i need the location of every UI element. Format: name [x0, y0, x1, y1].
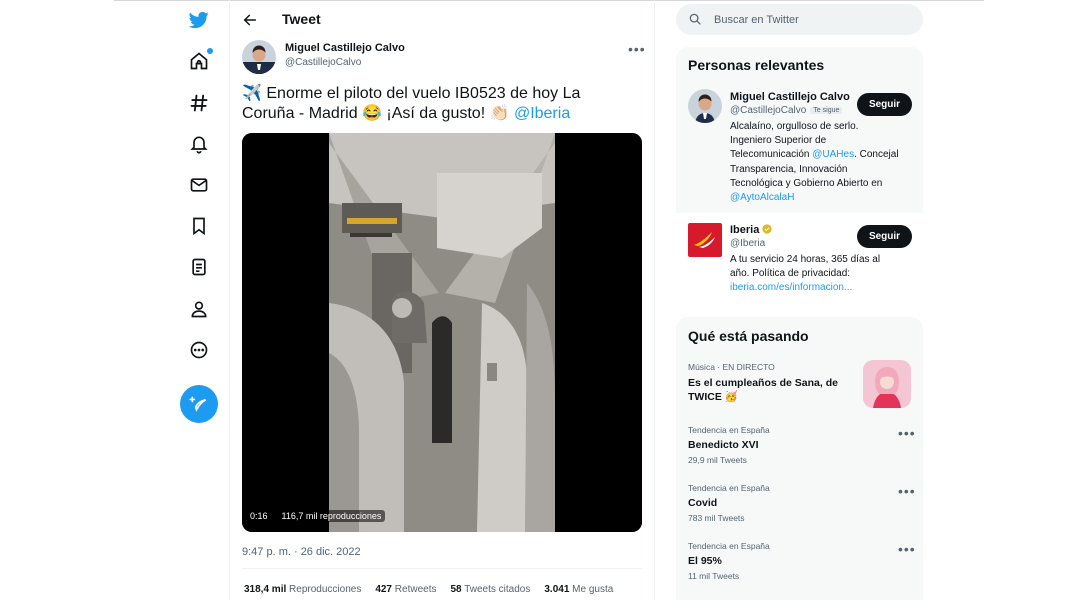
tweet-body-2: ¡Así da gusto!: [381, 105, 490, 122]
column-divider: [654, 0, 655, 600]
panel-title: Qué está pasando: [688, 328, 809, 344]
more-options-icon[interactable]: •••: [898, 484, 916, 498]
more-options-icon[interactable]: •••: [898, 542, 916, 556]
follow-button[interactable]: Seguir: [857, 225, 912, 248]
tweet-detail: Tweet Miguel Castillejo Calvo @Castillej…: [230, 0, 654, 600]
notification-dot: [207, 48, 213, 54]
bookmark-icon[interactable]: [179, 206, 219, 246]
clap-emoji: 👏🏻: [489, 105, 510, 122]
search-input[interactable]: [714, 4, 914, 35]
trends-panel: Qué está pasando Música · EN DIRECTO Es …: [676, 317, 923, 600]
person-avatar[interactable]: [688, 89, 722, 123]
airplane-emoji: ✈️: [242, 85, 262, 102]
more-options-icon[interactable]: •••: [628, 42, 646, 56]
list-icon[interactable]: [179, 247, 219, 287]
search-box: [676, 4, 923, 35]
stat-views[interactable]: 318,4 mil Reproducciones: [244, 584, 361, 595]
tweet-stats: 318,4 mil Reproducciones 427 Retweets 58…: [244, 584, 613, 595]
video-time: 0:16: [250, 511, 268, 521]
tweet-text: ✈️ Enorme el piloto del vuelo IB0523 de …: [242, 84, 632, 124]
uahes-link[interactable]: @UAHes: [812, 149, 854, 160]
video-player[interactable]: 0:16 116,7 mil reproducciones: [242, 133, 642, 532]
video-meta: 0:16 116,7 mil reproducciones: [250, 508, 386, 524]
tweet-timestamp[interactable]: 9:47 p. m. · 26 dic. 2022: [242, 546, 361, 558]
video-frame: [242, 133, 642, 532]
iberia-mention-link[interactable]: @Iberia: [510, 105, 570, 122]
feather-plus-icon: [189, 396, 207, 413]
search-icon: [689, 13, 701, 25]
person-handle[interactable]: @Iberia: [730, 238, 765, 249]
page-title: Tweet: [282, 11, 321, 27]
arrow-left-icon: [243, 14, 257, 26]
panel-title: Personas relevantes: [688, 57, 825, 73]
trend-thumbnail[interactable]: [863, 360, 911, 408]
stat-quote-tweets[interactable]: 58 Tweets citados: [450, 584, 530, 595]
mail-icon[interactable]: [179, 165, 219, 205]
trend-count: 11 mil Tweets: [688, 571, 740, 581]
follows-you-badge: Te sigue: [810, 106, 843, 114]
person-handle[interactable]: @CastillejoCalvo Te sigue: [730, 105, 843, 116]
trend-category: Tendencia en España: [688, 425, 770, 435]
follow-button[interactable]: Seguir: [857, 93, 912, 116]
video-views: 116,7 mil reproducciones: [277, 510, 386, 522]
stat-retweets[interactable]: 427 Retweets: [375, 584, 436, 595]
stat-likes[interactable]: 3.041 Me gusta: [544, 584, 613, 595]
person-bio: A tu servicio 24 horas, 365 días al año.…: [730, 253, 915, 296]
author-handle[interactable]: @CastillejoCalvo: [285, 57, 361, 68]
laughing-emoji: 😂: [362, 105, 382, 122]
trend-title[interactable]: Covid: [688, 496, 717, 510]
page-header: Tweet: [230, 0, 654, 40]
trend-title[interactable]: Benedicto XVI: [688, 438, 759, 452]
person-name[interactable]: Miguel Castillejo Calvo: [730, 91, 850, 103]
author-name[interactable]: Miguel Castillejo Calvo: [285, 42, 405, 54]
verified-badge-icon: [762, 224, 773, 234]
bell-icon[interactable]: [179, 124, 219, 164]
person-bio: Alcalaíno, orgulloso de serlo. Ingeniero…: [730, 120, 915, 205]
iberia-privacy-link[interactable]: iberia.com/es/informacion...: [730, 281, 915, 295]
twitter-logo-icon[interactable]: [179, 0, 219, 40]
trend-title[interactable]: El 95%: [688, 554, 722, 568]
trend-category: Música · EN DIRECTO: [688, 362, 775, 372]
more-options-icon[interactable]: •••: [898, 426, 916, 440]
person-name[interactable]: Iberia: [730, 224, 773, 236]
trend-count: 29,9 mil Tweets: [688, 455, 747, 465]
relevant-people-panel: Personas relevantes Miguel Castillejo Ca…: [676, 47, 923, 305]
profile-icon[interactable]: [179, 289, 219, 329]
author-avatar[interactable]: [242, 40, 276, 74]
trend-category: Tendencia en España: [688, 541, 770, 551]
ayto-alcala-link[interactable]: @AytoAlcalaH: [730, 191, 915, 205]
iberia-logo-icon[interactable]: [688, 223, 722, 257]
compose-tweet-button[interactable]: [180, 385, 218, 423]
trend-count: 783 mil Tweets: [688, 513, 745, 523]
more-circle-icon[interactable]: [179, 330, 219, 370]
trend-category: Tendencia en España: [688, 483, 770, 493]
home-icon[interactable]: [179, 41, 219, 81]
back-button[interactable]: [238, 8, 262, 32]
trend-title[interactable]: Es el cumpleaños de Sana, de TWICE 🥳: [688, 376, 838, 404]
sidebar-nav: [170, 0, 228, 600]
hashtag-icon[interactable]: [179, 83, 219, 123]
divider: [242, 568, 642, 569]
